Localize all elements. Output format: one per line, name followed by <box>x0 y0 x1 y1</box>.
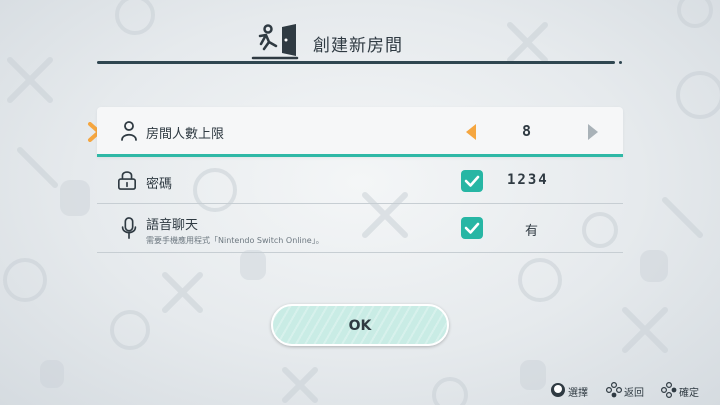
confirm-hint-label: 確定 <box>679 388 699 399</box>
back-hint-label: 返回 <box>624 388 644 399</box>
person-icon <box>121 121 137 141</box>
password-value: 1234 <box>507 172 549 188</box>
stick-icon <box>551 383 565 397</box>
header-divider <box>97 61 615 64</box>
password-label: 密碼 <box>146 177 173 192</box>
ok-button[interactable]: OK <box>271 304 449 346</box>
decrease-arrow-icon[interactable] <box>464 123 478 141</box>
setting-row-max-players[interactable]: 房間人數上限 8 <box>97 107 623 157</box>
max-players-label: 房間人數上限 <box>146 127 225 142</box>
voice-chat-note: 需要手機應用程式「Nintendo Switch Online」。 <box>146 236 324 245</box>
controls-hint-bar: 選擇 返回 確定 <box>550 382 720 400</box>
voice-chat-label: 語音聊天 <box>146 218 199 233</box>
header-divider-dot <box>619 61 622 64</box>
select-hint-label: 選擇 <box>568 388 588 399</box>
voice-chat-checkbox[interactable] <box>461 217 483 239</box>
b-button-icon <box>606 382 622 398</box>
ok-button-label: OK <box>348 318 372 334</box>
room-door-icon <box>251 24 299 60</box>
max-players-value: 8 <box>522 122 532 140</box>
microphone-icon <box>121 217 137 239</box>
increase-arrow-icon[interactable] <box>586 123 600 141</box>
checkmark-icon <box>464 222 480 234</box>
setting-row-password[interactable]: 密碼 1234 <box>97 159 623 204</box>
page-title: 創建新房間 <box>313 36 403 56</box>
a-button-icon <box>661 382 677 398</box>
voice-chat-value: 有 <box>525 224 539 239</box>
password-checkbox[interactable] <box>461 170 483 192</box>
lock-icon <box>118 171 136 190</box>
setting-row-voice-chat[interactable]: 語音聊天 需要手機應用程式「Nintendo Switch Online」。 有 <box>97 205 623 253</box>
checkmark-icon <box>464 175 480 187</box>
screen-header: 創建新房間 <box>0 0 720 72</box>
